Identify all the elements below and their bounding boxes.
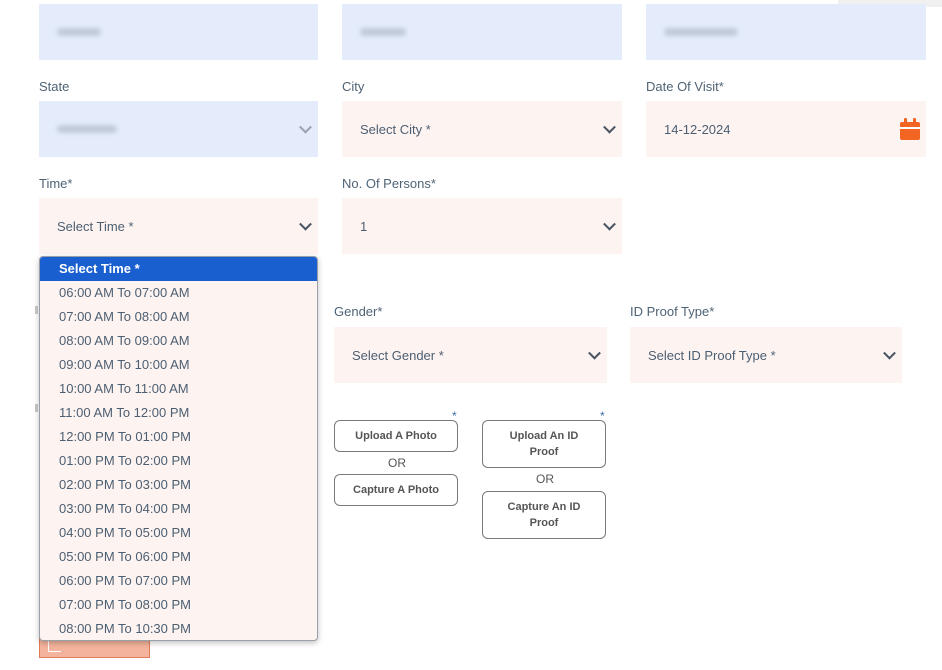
blurred-value xyxy=(57,125,117,133)
chevron-down-icon xyxy=(603,120,616,134)
capture-id-proof-button[interactable]: Capture An ID Proof xyxy=(482,491,606,539)
date-of-visit-input[interactable]: 14-12-2024 xyxy=(646,101,926,157)
chevron-down-icon xyxy=(299,217,312,231)
time-option[interactable]: 10:00 AM To 11:00 AM xyxy=(40,377,317,401)
blurred-value xyxy=(664,28,738,36)
hidden-label-mark xyxy=(35,306,38,314)
time-option[interactable]: Select Time * xyxy=(40,257,317,281)
time-option[interactable]: 08:00 PM To 10:30 PM xyxy=(40,617,317,640)
hidden-label-mark xyxy=(35,404,38,412)
upload-photo-button[interactable]: Upload A Photo xyxy=(334,420,458,452)
upload-id-proof-button[interactable]: Upload An ID Proof xyxy=(482,420,606,468)
prefilled-field-2[interactable] xyxy=(342,4,622,60)
date-of-visit-label: Date Of Visit* xyxy=(646,79,724,94)
date-of-visit-value: 14-12-2024 xyxy=(664,121,731,137)
blurred-value xyxy=(57,28,101,36)
prefilled-field-3[interactable] xyxy=(646,4,926,60)
or-separator: OR xyxy=(536,472,554,486)
time-option[interactable]: 01:00 PM To 02:00 PM xyxy=(40,449,317,473)
time-option[interactable]: 07:00 PM To 08:00 PM xyxy=(40,593,317,617)
visit-form: State City Date Of Visit* Select City * … xyxy=(0,0,942,670)
time-option[interactable]: 07:00 AM To 08:00 AM xyxy=(40,305,317,329)
time-option[interactable]: 02:00 PM To 03:00 PM xyxy=(40,473,317,497)
gender-select[interactable]: Select Gender * xyxy=(334,327,607,383)
time-select[interactable]: Select Time * xyxy=(39,198,318,254)
gender-select-value: Select Gender * xyxy=(352,347,444,363)
time-option[interactable]: 12:00 PM To 01:00 PM xyxy=(40,425,317,449)
gender-label: Gender* xyxy=(334,304,383,319)
state-label: State xyxy=(39,79,70,94)
city-select[interactable]: Select City * xyxy=(342,101,622,157)
persons-label: No. Of Persons* xyxy=(342,176,436,191)
time-option[interactable]: 08:00 AM To 09:00 AM xyxy=(40,329,317,353)
time-option[interactable]: 05:00 PM To 06:00 PM xyxy=(40,545,317,569)
time-option[interactable]: 06:00 PM To 07:00 PM xyxy=(40,569,317,593)
id-proof-type-value: Select ID Proof Type * xyxy=(648,347,776,363)
time-option[interactable]: 06:00 AM To 07:00 AM xyxy=(40,281,317,305)
time-label: Time* xyxy=(39,176,73,191)
time-option[interactable]: 11:00 AM To 12:00 PM xyxy=(40,401,317,425)
calendar-icon[interactable] xyxy=(900,118,920,140)
or-separator: OR xyxy=(388,456,406,470)
time-select-value: Select Time * xyxy=(57,218,134,234)
chevron-down-icon xyxy=(588,346,601,360)
id-proof-type-label: ID Proof Type* xyxy=(630,304,715,319)
persons-select-value: 1 xyxy=(360,218,368,234)
time-option[interactable]: 09:00 AM To 10:00 AM xyxy=(40,353,317,377)
chevron-down-icon xyxy=(883,346,896,360)
state-select[interactable] xyxy=(39,101,318,157)
time-dropdown-list[interactable]: Select Time * 06:00 AM To 07:00 AM 07:00 A… xyxy=(39,256,318,641)
persons-select[interactable]: 1 xyxy=(342,198,622,254)
city-label: City xyxy=(342,79,365,94)
time-option[interactable]: 03:00 PM To 04:00 PM xyxy=(40,497,317,521)
prefilled-field-1[interactable] xyxy=(39,4,318,60)
city-select-value: Select City * xyxy=(360,121,431,137)
chevron-down-icon xyxy=(299,120,312,134)
blurred-value xyxy=(360,28,406,36)
capture-photo-button[interactable]: Capture A Photo xyxy=(334,474,458,506)
time-option[interactable]: 04:00 PM To 05:00 PM xyxy=(40,521,317,545)
chevron-down-icon xyxy=(603,217,616,231)
id-proof-type-select[interactable]: Select ID Proof Type * xyxy=(630,327,902,383)
